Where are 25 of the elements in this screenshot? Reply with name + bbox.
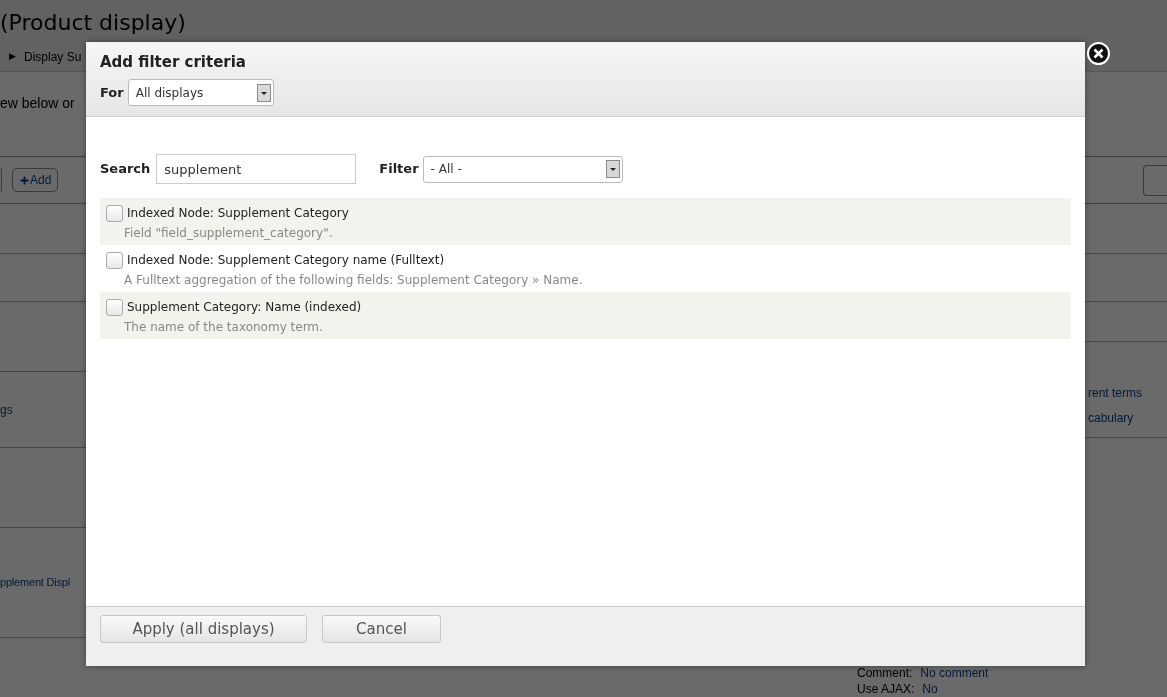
page-title: (Product display) bbox=[0, 10, 186, 35]
search-field[interactable]: supplement bbox=[156, 154, 357, 184]
plus-icon bbox=[19, 174, 30, 186]
apply-button[interactable]: Apply (all displays) bbox=[100, 615, 307, 643]
option-description: Field "field_supplement_category". bbox=[123, 225, 334, 242]
display-select[interactable]: All displays bbox=[127, 79, 274, 106]
cancel-button[interactable]: Cancel bbox=[322, 615, 441, 643]
field-label: For bbox=[100, 83, 124, 102]
option-checkbox[interactable] bbox=[106, 298, 123, 316]
dialog-title: Add filter criteria bbox=[100, 53, 247, 71]
setting-label: Comment: bbox=[857, 667, 913, 680]
field-label: Search bbox=[100, 160, 151, 179]
filter-select[interactable]: - All - bbox=[422, 155, 623, 183]
option-checkbox[interactable] bbox=[106, 251, 123, 269]
option-description: A Fulltext aggregation of the following fields: Supplement Category » Name. bbox=[123, 272, 584, 289]
breadcrumb-link[interactable]: Display Su bbox=[24, 47, 82, 66]
option-title[interactable]: Supplement Category: Name (indexed) bbox=[127, 298, 362, 316]
intro-text: ew below or bbox=[0, 94, 75, 113]
option-title[interactable]: Indexed Node: Supplement Category name (Fulltext) bbox=[127, 251, 445, 269]
setting-label: Use AJAX: bbox=[857, 683, 915, 696]
option-title[interactable]: Indexed Node: Supplement Category bbox=[127, 204, 349, 222]
field-label: Filter bbox=[379, 160, 419, 179]
breadcrumb-separator: ▶ bbox=[9, 49, 16, 63]
option-description: The name of the taxonomy term. bbox=[123, 319, 324, 336]
option-checkbox[interactable] bbox=[106, 204, 123, 222]
